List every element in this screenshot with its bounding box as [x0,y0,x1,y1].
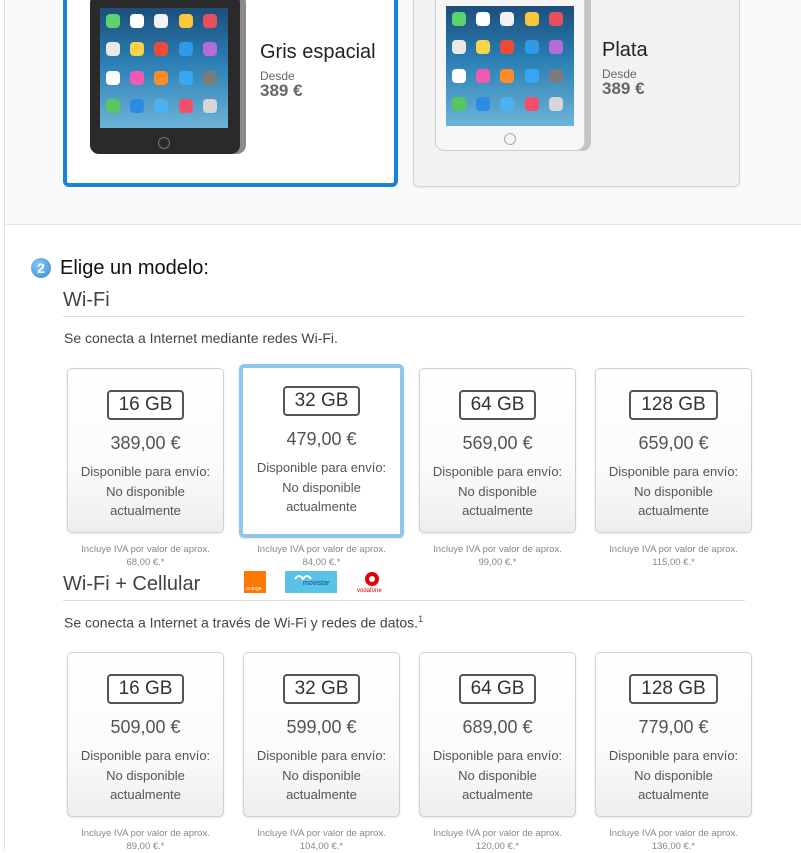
home-button [158,137,170,149]
from-price: 389 € [260,81,303,100]
price: 569,00 € [462,433,533,453]
tax-note: Incluye IVA por valor de aprox. [433,544,562,555]
tax-note: Incluye IVA por valor de aprox. [609,544,738,555]
footnote-marker: 1 [418,614,424,624]
ipad-screen [100,8,228,128]
availability-status: No disponible actualmente [282,479,361,515]
wifi-group-title: Wi-Fi [63,289,110,311]
availability-status: No disponible actualmente [282,767,361,803]
availability-label: Disponible para envío: [608,748,739,763]
step-number-badge: 2 [31,258,51,278]
model-option-cellular-32gb[interactable]: 32 GB 599,00 € Disponible para envío: No … [243,652,400,817]
tax-note: Incluye IVA por valor de aprox. [257,544,386,555]
capacity-label: 16 GB [106,390,185,420]
price: 659,00 € [638,433,709,453]
availability-status: No disponible actualmente [458,767,537,803]
price: 689,00 € [462,717,533,737]
model-option-cellular-64gb[interactable]: 64 GB 689,00 € Disponible para envío: No … [419,652,576,817]
tax-note: Incluye IVA por valor de aprox. [81,828,210,839]
model-option-wifi-128gb[interactable]: 128 GB 659,00 € Disponible para envío: No… [595,368,752,533]
movistar-logo-text: movistar [303,580,330,587]
tax-amount: 84,00 €.* [302,557,341,568]
tax-amount: 115,00 €.* [652,557,695,568]
wifi-description: Se conecta a Internet mediante redes Wi-… [64,330,338,346]
price: 389,00 € [110,433,181,453]
cellular-description: Se conecta a Internet a través de Wi-Fi … [64,614,423,631]
tax-note: Incluye IVA por valor de aprox. [257,828,386,839]
movistar-logo: movistar [285,571,337,593]
availability-status: No disponible actualmente [458,483,537,519]
tax-amount: 99,00 €.* [478,557,517,568]
model-option-cellular-16gb[interactable]: 16 GB 509,00 € Disponible para envío: No … [67,652,224,817]
tax-amount: 104,00 €.* [299,841,344,852]
availability-label: Disponible para envío: [256,460,387,475]
tax-amount: 120,00 €.* [475,841,520,852]
model-option-wifi-64gb[interactable]: 64 GB 569,00 € Disponible para envío: No … [419,368,576,533]
availability-status: No disponible actualmente [106,767,185,803]
capacity-label: 16 GB [106,674,185,704]
model-option-cellular-128gb[interactable]: 128 GB 779,00 € Disponible para envío: No… [595,652,752,817]
divider [63,600,745,601]
ipad-silver-image [435,0,585,151]
availability-status: No disponible actualmente [106,483,185,519]
availability-label: Disponible para envío: [256,748,387,763]
tax-note: Incluye IVA por valor de aprox. [609,828,738,839]
vodafone-logo: vodafone [357,572,382,593]
capacity-label: 64 GB [458,674,537,704]
color-name: Plata [602,39,648,61]
price: 599,00 € [286,717,357,737]
tax-note: Incluye IVA por valor de aprox. [81,544,210,555]
orange-logo: orange [244,571,266,593]
capacity-label: 32 GB [282,674,361,704]
tax-amount: 68,00 €.* [126,557,165,568]
price: 779,00 € [638,717,709,737]
from-price: 389 € [602,79,645,98]
availability-status: No disponible actualmente [634,767,713,803]
model-option-wifi-16gb[interactable]: 16 GB 389,00 € Disponible para envío: No … [67,368,224,533]
capacity-label: 32 GB [282,386,361,416]
availability-label: Disponible para envío: [432,464,563,479]
tax-note: Incluye IVA por valor de aprox. [433,828,562,839]
price: 479,00 € [286,429,357,449]
cellular-description-text: Se conecta a Internet a través de Wi-Fi … [64,614,419,631]
capacity-label: 64 GB [458,390,537,420]
vodafone-logo-text: vodafone [357,588,382,593]
capacity-label: 128 GB [629,674,718,704]
availability-label: Disponible para envío: [80,748,211,763]
color-option-space-gray[interactable]: Gris espacial Desde 389 € [63,0,398,187]
cellular-group-title: Wi-Fi + Cellular [63,573,201,595]
tax-amount: 89,00 €.* [126,841,165,852]
divider [63,316,745,317]
step-title: Elige un modelo: [60,257,209,279]
availability-status: No disponible actualmente [634,483,713,519]
color-selection-section: Gris espacial Desde 389 € Plata Desde 38… [5,0,801,225]
availability-label: Disponible para envío: [80,464,211,479]
color-option-silver[interactable]: Plata Desde 389 € [413,0,740,187]
availability-label: Disponible para envío: [608,464,739,479]
orange-logo-text: orange [246,586,262,592]
price: 509,00 € [110,717,181,737]
ipad-space-gray-image [90,0,240,154]
availability-label: Disponible para envío: [432,748,563,763]
color-name: Gris espacial [260,41,376,63]
ipad-screen [446,6,574,126]
home-button [504,133,516,145]
capacity-label: 128 GB [629,390,718,420]
tax-amount: 136,00 €.* [651,841,696,852]
model-option-wifi-32gb[interactable]: 32 GB 479,00 € Disponible para envío: No … [239,364,404,538]
